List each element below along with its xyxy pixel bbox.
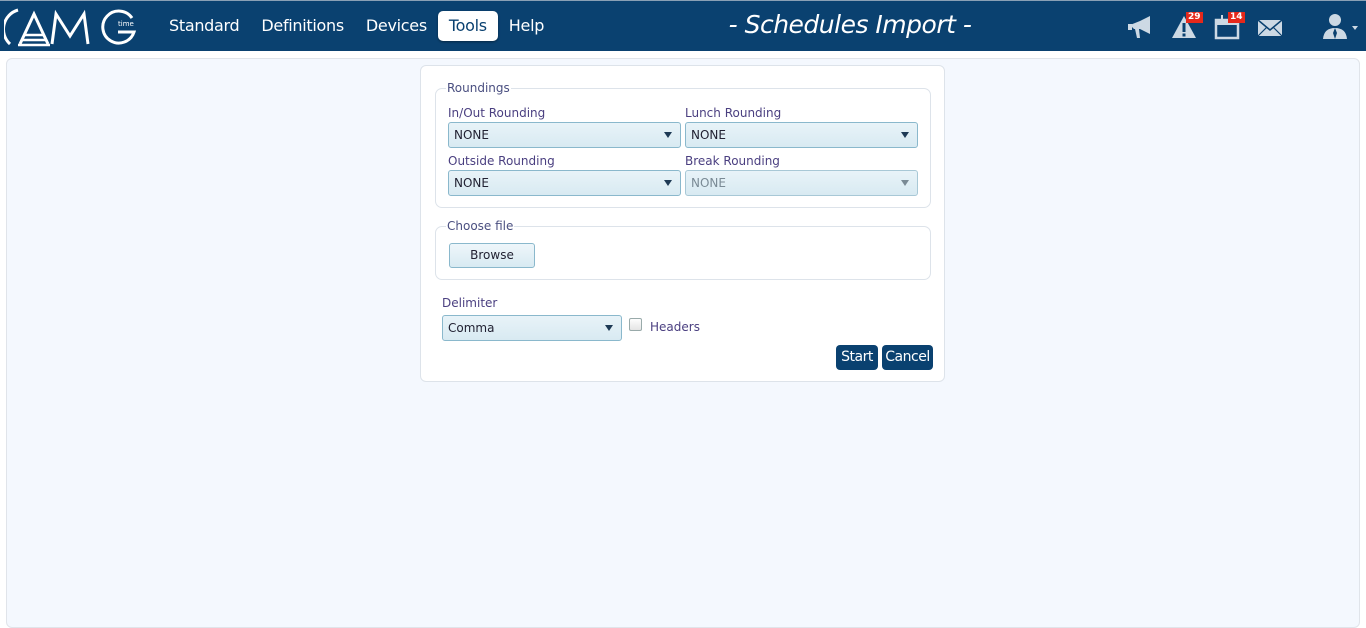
in-out-rounding-value: NONE <box>454 128 489 142</box>
outside-rounding-select[interactable]: NONE <box>448 170 681 196</box>
lunch-rounding-value: NONE <box>691 128 726 142</box>
nav-devices[interactable]: Devices <box>355 11 438 41</box>
chevron-down-icon <box>901 132 909 138</box>
alert-badge: 29 <box>1186 12 1203 23</box>
break-rounding-select[interactable]: NONE <box>685 170 918 196</box>
nav-standard[interactable]: Standard <box>158 11 250 41</box>
lunch-rounding-label: Lunch Rounding <box>685 106 782 120</box>
browse-button[interactable]: Browse <box>449 243 535 268</box>
roundings-legend: Roundings <box>447 81 510 95</box>
chevron-down-icon <box>664 180 672 186</box>
lunch-rounding-select[interactable]: NONE <box>685 122 918 148</box>
page-title: - Schedules Import - <box>728 10 972 39</box>
chevron-down-icon <box>664 132 672 138</box>
top-navigation-bar: time Standard Definitions Devices Tools … <box>0 0 1366 51</box>
delimiter-select[interactable]: Comma <box>442 315 622 341</box>
nav-tools[interactable]: Tools <box>437 11 498 41</box>
start-button[interactable]: Start <box>836 345 878 370</box>
break-rounding-value: NONE <box>691 176 726 190</box>
user-menu-icon[interactable] <box>1322 13 1362 41</box>
main-nav: Standard Definitions Devices Tools Help <box>158 11 555 41</box>
headers-label[interactable]: Headers <box>650 320 700 334</box>
delimiter-value: Comma <box>448 321 495 335</box>
chevron-down-icon <box>901 180 909 186</box>
choose-file-legend: Choose file <box>447 219 514 233</box>
logo-subtext: time <box>118 20 134 28</box>
delimiter-label: Delimiter <box>442 296 498 310</box>
break-rounding-label: Break Rounding <box>685 154 780 168</box>
in-out-rounding-label: In/Out Rounding <box>448 106 546 120</box>
chevron-down-icon <box>605 325 613 331</box>
headers-checkbox[interactable] <box>629 318 642 331</box>
nav-help[interactable]: Help <box>498 11 555 41</box>
cancel-button[interactable]: Cancel <box>882 345 933 370</box>
amg-time-logo[interactable]: time <box>4 6 140 48</box>
calendar-icon[interactable]: 14 <box>1214 12 1245 41</box>
outside-rounding-value: NONE <box>454 176 489 190</box>
megaphone-icon[interactable] <box>1126 13 1156 41</box>
alert-icon[interactable]: 29 <box>1170 12 1203 41</box>
calendar-badge: 14 <box>1228 12 1245 23</box>
outside-rounding-label: Outside Rounding <box>448 154 555 168</box>
nav-definitions[interactable]: Definitions <box>250 11 355 41</box>
mail-icon[interactable] <box>1256 13 1286 41</box>
import-form-panel: Roundings In/Out Rounding NONE Lunch Rou… <box>420 65 945 382</box>
in-out-rounding-select[interactable]: NONE <box>448 122 681 148</box>
